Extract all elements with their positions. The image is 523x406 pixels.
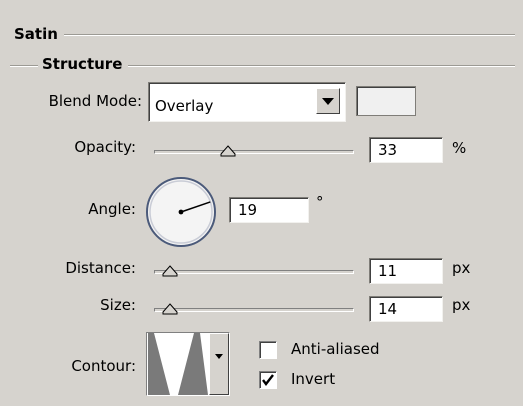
- blend-color-swatch[interactable]: [356, 86, 416, 116]
- contour-label: Contour:: [71, 357, 136, 375]
- size-label: Size:: [100, 296, 136, 314]
- angle-unit: °: [316, 193, 324, 211]
- invert-checkbox[interactable]: [259, 371, 277, 389]
- angle-label: Angle:: [88, 200, 136, 218]
- anti-aliased-label: Anti-aliased: [291, 340, 380, 358]
- distance-slider-track[interactable]: [154, 270, 354, 274]
- distance-slider-thumb[interactable]: [162, 265, 178, 277]
- opacity-slider-thumb[interactable]: [220, 145, 236, 157]
- opacity-input[interactable]: 33: [369, 137, 443, 163]
- section-title: Structure: [38, 55, 129, 73]
- opacity-unit: %: [452, 139, 467, 157]
- angle-dial[interactable]: [145, 176, 217, 248]
- satin-divider: [20, 34, 515, 36]
- blend-mode-label: Blend Mode:: [48, 92, 142, 110]
- checkmark-icon: [262, 374, 274, 386]
- opacity-slider-track[interactable]: [154, 150, 354, 154]
- opacity-label: Opacity:: [74, 138, 136, 156]
- distance-input[interactable]: 11: [369, 258, 443, 284]
- invert-label: Invert: [291, 370, 336, 388]
- size-slider-track[interactable]: [154, 308, 354, 312]
- size-input[interactable]: 14: [369, 296, 443, 322]
- anti-aliased-checkbox[interactable]: [259, 341, 277, 359]
- distance-unit: px: [452, 259, 471, 277]
- distance-label: Distance:: [65, 259, 136, 277]
- size-slider-thumb[interactable]: [162, 303, 178, 315]
- chevron-down-icon: [215, 354, 223, 359]
- angle-input[interactable]: 19: [229, 197, 309, 223]
- size-unit: px: [452, 296, 471, 314]
- contour-preview-icon: [148, 333, 208, 395]
- chevron-down-icon: [322, 98, 334, 105]
- contour-picker[interactable]: [146, 332, 230, 396]
- panel-title: Satin: [14, 25, 64, 43]
- contour-dropdown-button[interactable]: [209, 333, 229, 395]
- blend-mode-value: Overlay: [155, 97, 214, 115]
- blend-mode-dropdown-button[interactable]: [316, 88, 340, 114]
